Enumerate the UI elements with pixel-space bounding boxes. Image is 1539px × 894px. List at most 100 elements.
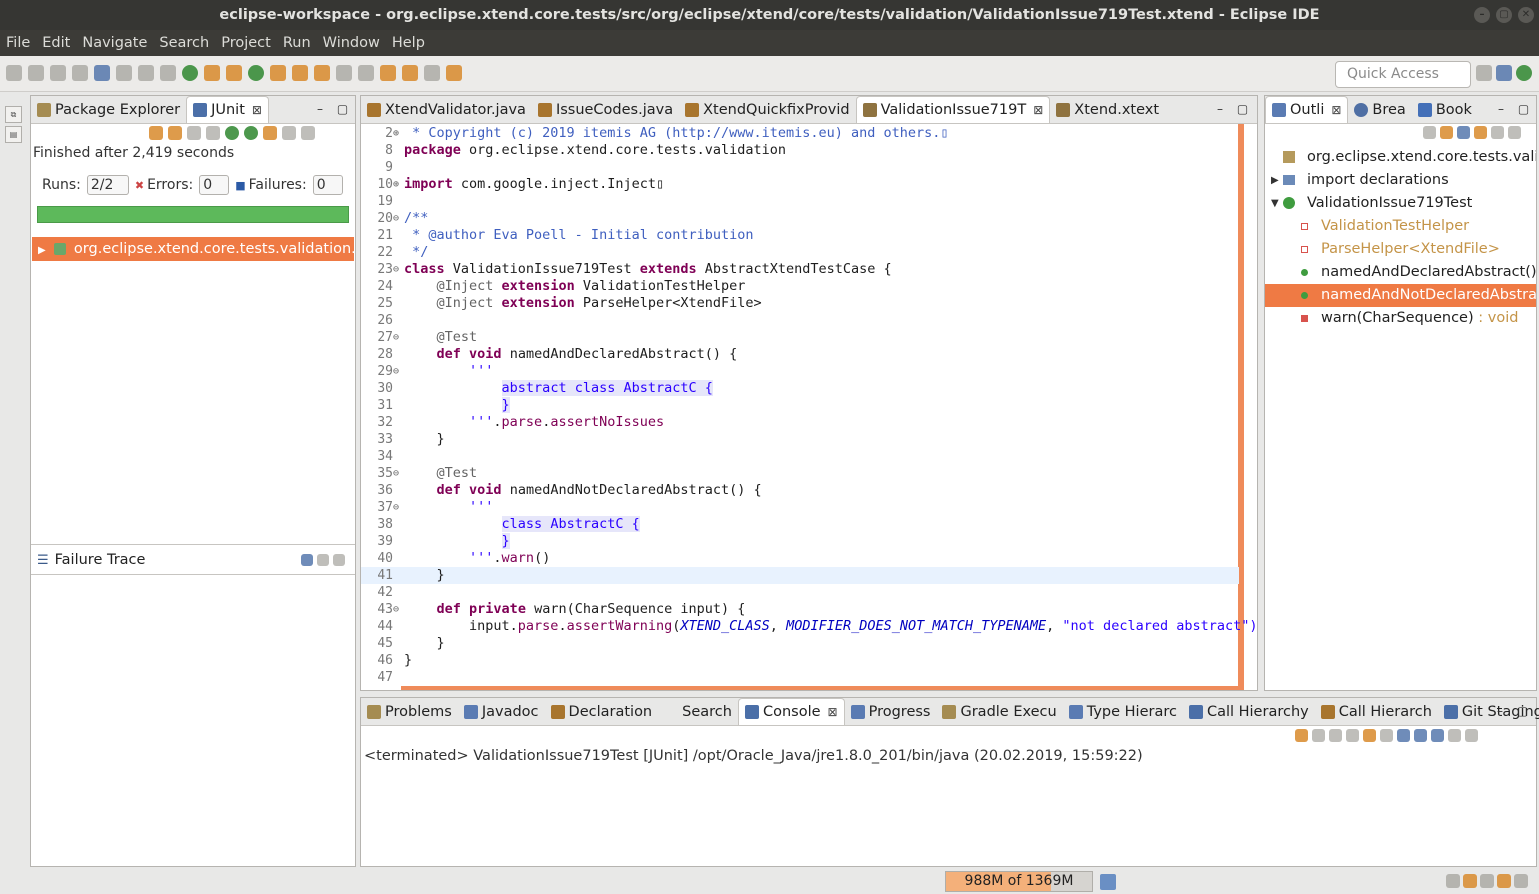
bottom-tab-4[interactable]: Console ⊠ bbox=[737, 698, 845, 725]
outline-item[interactable]: ▼ ValidationIssue719Test bbox=[1265, 192, 1536, 215]
code-line[interactable]: 35 ⊖ @Test bbox=[361, 465, 1239, 482]
fold-toggle-icon[interactable]: ⊖ bbox=[393, 601, 403, 618]
display-console-icon[interactable] bbox=[1431, 729, 1444, 742]
code-line[interactable]: 37 ⊖ ''' bbox=[361, 499, 1239, 516]
fold-toggle-icon[interactable]: ⊖ bbox=[393, 210, 403, 227]
fold-toggle-icon[interactable]: ⊕ bbox=[393, 125, 403, 142]
bottom-tab-2[interactable]: Declaration bbox=[545, 699, 659, 725]
code-line[interactable]: 25 @Inject extension ParseHelper<XtendFi… bbox=[361, 295, 1239, 312]
scroll-lock-icon[interactable] bbox=[206, 126, 220, 140]
outline-tab-2[interactable]: Book bbox=[1412, 97, 1478, 123]
terminate-icon[interactable] bbox=[1295, 729, 1308, 742]
filter-icon[interactable] bbox=[1474, 126, 1487, 139]
console-menu-icon[interactable] bbox=[1465, 729, 1478, 742]
bottom-tab-6[interactable]: Gradle Execu bbox=[936, 699, 1062, 725]
word-wrap-icon[interactable] bbox=[1380, 729, 1393, 742]
outline-item[interactable]: namedAndDeclaredAbstract() : void bbox=[1265, 261, 1536, 284]
remove-launch-icon[interactable] bbox=[1312, 729, 1325, 742]
code-line[interactable]: 45 } bbox=[361, 635, 1239, 652]
fold-toggle-icon[interactable]: ⊖ bbox=[393, 499, 403, 516]
search-icon[interactable] bbox=[314, 65, 330, 81]
fold-toggle-icon[interactable]: ⊕ bbox=[393, 176, 403, 193]
code-line[interactable]: 36 def void namedAndNotDeclaredAbstract(… bbox=[361, 482, 1239, 499]
code-line[interactable]: 19 bbox=[361, 193, 1239, 210]
menu-run[interactable]: Run bbox=[283, 35, 311, 51]
bottom-tab-5[interactable]: Progress bbox=[845, 699, 937, 725]
forward-icon[interactable] bbox=[402, 65, 418, 81]
fold-toggle-icon[interactable]: ⊖ bbox=[393, 329, 403, 346]
new-class-icon[interactable] bbox=[248, 65, 264, 81]
bottom-tab-0[interactable]: Problems bbox=[361, 699, 458, 725]
junit-test-row[interactable]: ▶ org.eclipse.xtend.core.tests.validatio… bbox=[32, 237, 354, 261]
debug-perspective-icon[interactable] bbox=[1516, 65, 1532, 81]
pin-console-icon[interactable] bbox=[1414, 729, 1427, 742]
console-minimize-maximize-icons[interactable]: – ▢ bbox=[1497, 704, 1533, 718]
skip-breakpoints-icon[interactable] bbox=[138, 65, 154, 81]
editor-tab-1[interactable]: IssueCodes.java bbox=[532, 97, 679, 123]
editor-tab-2[interactable]: XtendQuickfixProvid bbox=[679, 97, 855, 123]
code-line[interactable]: 24 @Inject extension ValidationTestHelpe… bbox=[361, 278, 1239, 295]
outline-tab-0[interactable]: Outli ⊠ bbox=[1265, 96, 1349, 123]
outline-item[interactable]: ValidationTestHelper bbox=[1265, 215, 1536, 238]
code-line[interactable]: 41 } bbox=[361, 567, 1239, 584]
outline-minimize-maximize-icons[interactable]: – ▢ bbox=[1498, 102, 1534, 116]
code-line[interactable]: 40 '''.warn() bbox=[361, 550, 1239, 567]
code-line[interactable]: 32 '''.parse.assertNoIssues bbox=[361, 414, 1239, 431]
code-line[interactable]: 10 ⊕ import com.google.inject.Inject▯ bbox=[361, 176, 1239, 193]
left-tab-0[interactable]: Package Explorer bbox=[31, 97, 186, 123]
debug-icon[interactable] bbox=[160, 65, 176, 81]
expand-arrow-icon[interactable]: ▶ bbox=[38, 245, 46, 256]
external-tools-icon[interactable] bbox=[226, 65, 242, 81]
code-line[interactable]: 20 ⊖/** bbox=[361, 210, 1239, 227]
open-type-icon[interactable] bbox=[270, 65, 286, 81]
menu-window[interactable]: Window bbox=[323, 35, 380, 51]
code-line[interactable]: 43 ⊖ def private warn(CharSequence input)… bbox=[361, 601, 1239, 618]
fold-toggle-icon[interactable]: ⊖ bbox=[393, 261, 403, 278]
close-tab-icon[interactable]: ⊠ bbox=[1331, 103, 1341, 117]
code-line[interactable]: 30 abstract class AbstractC { bbox=[361, 380, 1239, 397]
collapse-all-icon[interactable] bbox=[1423, 126, 1436, 139]
menu-project[interactable]: Project bbox=[221, 35, 271, 51]
next-annotation-icon[interactable] bbox=[336, 65, 352, 81]
stop-icon[interactable] bbox=[263, 126, 277, 140]
bottom-tab-9[interactable]: Call Hierarch bbox=[1315, 699, 1438, 725]
code-line[interactable]: 38 class AbstractC { bbox=[361, 516, 1239, 533]
bottom-tab-7[interactable]: Type Hierarc bbox=[1063, 699, 1183, 725]
save-icon[interactable] bbox=[28, 65, 44, 81]
close-tab-icon[interactable]: ⊠ bbox=[252, 103, 262, 117]
new-icon[interactable] bbox=[6, 65, 22, 81]
remove-all-icon[interactable] bbox=[1329, 729, 1342, 742]
minimize-button[interactable]: – bbox=[1474, 7, 1490, 23]
code-line[interactable]: 33 } bbox=[361, 431, 1239, 448]
code-line[interactable]: 22 */ bbox=[361, 244, 1239, 261]
show-on-output-icon[interactable] bbox=[1397, 729, 1410, 742]
quick-access-input[interactable]: Quick Access bbox=[1335, 61, 1471, 88]
coverage-icon[interactable] bbox=[204, 65, 220, 81]
code-line[interactable]: 9 bbox=[361, 159, 1239, 176]
bottom-tab-8[interactable]: Call Hierarchy bbox=[1183, 699, 1315, 725]
code-line[interactable]: 44 input.parse.assertWarning(XTEND_CLASS… bbox=[361, 618, 1257, 635]
editor-tab-4[interactable]: Xtend.xtext bbox=[1050, 97, 1165, 123]
compare-results-icon[interactable] bbox=[301, 554, 313, 566]
code-line[interactable]: 29 ⊖ ''' bbox=[361, 363, 1239, 380]
highlight-icon[interactable] bbox=[446, 65, 462, 81]
code-line[interactable]: 46} bbox=[361, 652, 1239, 669]
history-icon[interactable] bbox=[282, 126, 296, 140]
code-line[interactable]: 34 bbox=[361, 448, 1239, 465]
open-console-icon[interactable] bbox=[1448, 729, 1461, 742]
view-menu-icon[interactable] bbox=[301, 126, 315, 140]
code-line[interactable]: 28 def void namedAndDeclaredAbstract() { bbox=[361, 346, 1239, 363]
menu-search[interactable]: Search bbox=[159, 35, 209, 51]
junit-divider[interactable] bbox=[31, 544, 355, 545]
link-with-editor-icon[interactable] bbox=[1440, 126, 1453, 139]
fold-toggle-icon[interactable]: ⊖ bbox=[393, 465, 403, 482]
progress-icon[interactable] bbox=[1480, 874, 1494, 888]
menu-navigate[interactable]: Navigate bbox=[82, 35, 147, 51]
auto-build-icon[interactable] bbox=[1497, 874, 1511, 888]
rerun-icon[interactable] bbox=[225, 126, 239, 140]
pin-editor-icon[interactable] bbox=[424, 65, 440, 81]
code-line[interactable]: 26 bbox=[361, 312, 1239, 329]
code-line[interactable]: 47 bbox=[361, 669, 1239, 686]
trash-icon[interactable] bbox=[1100, 874, 1116, 890]
back-icon[interactable] bbox=[380, 65, 396, 81]
